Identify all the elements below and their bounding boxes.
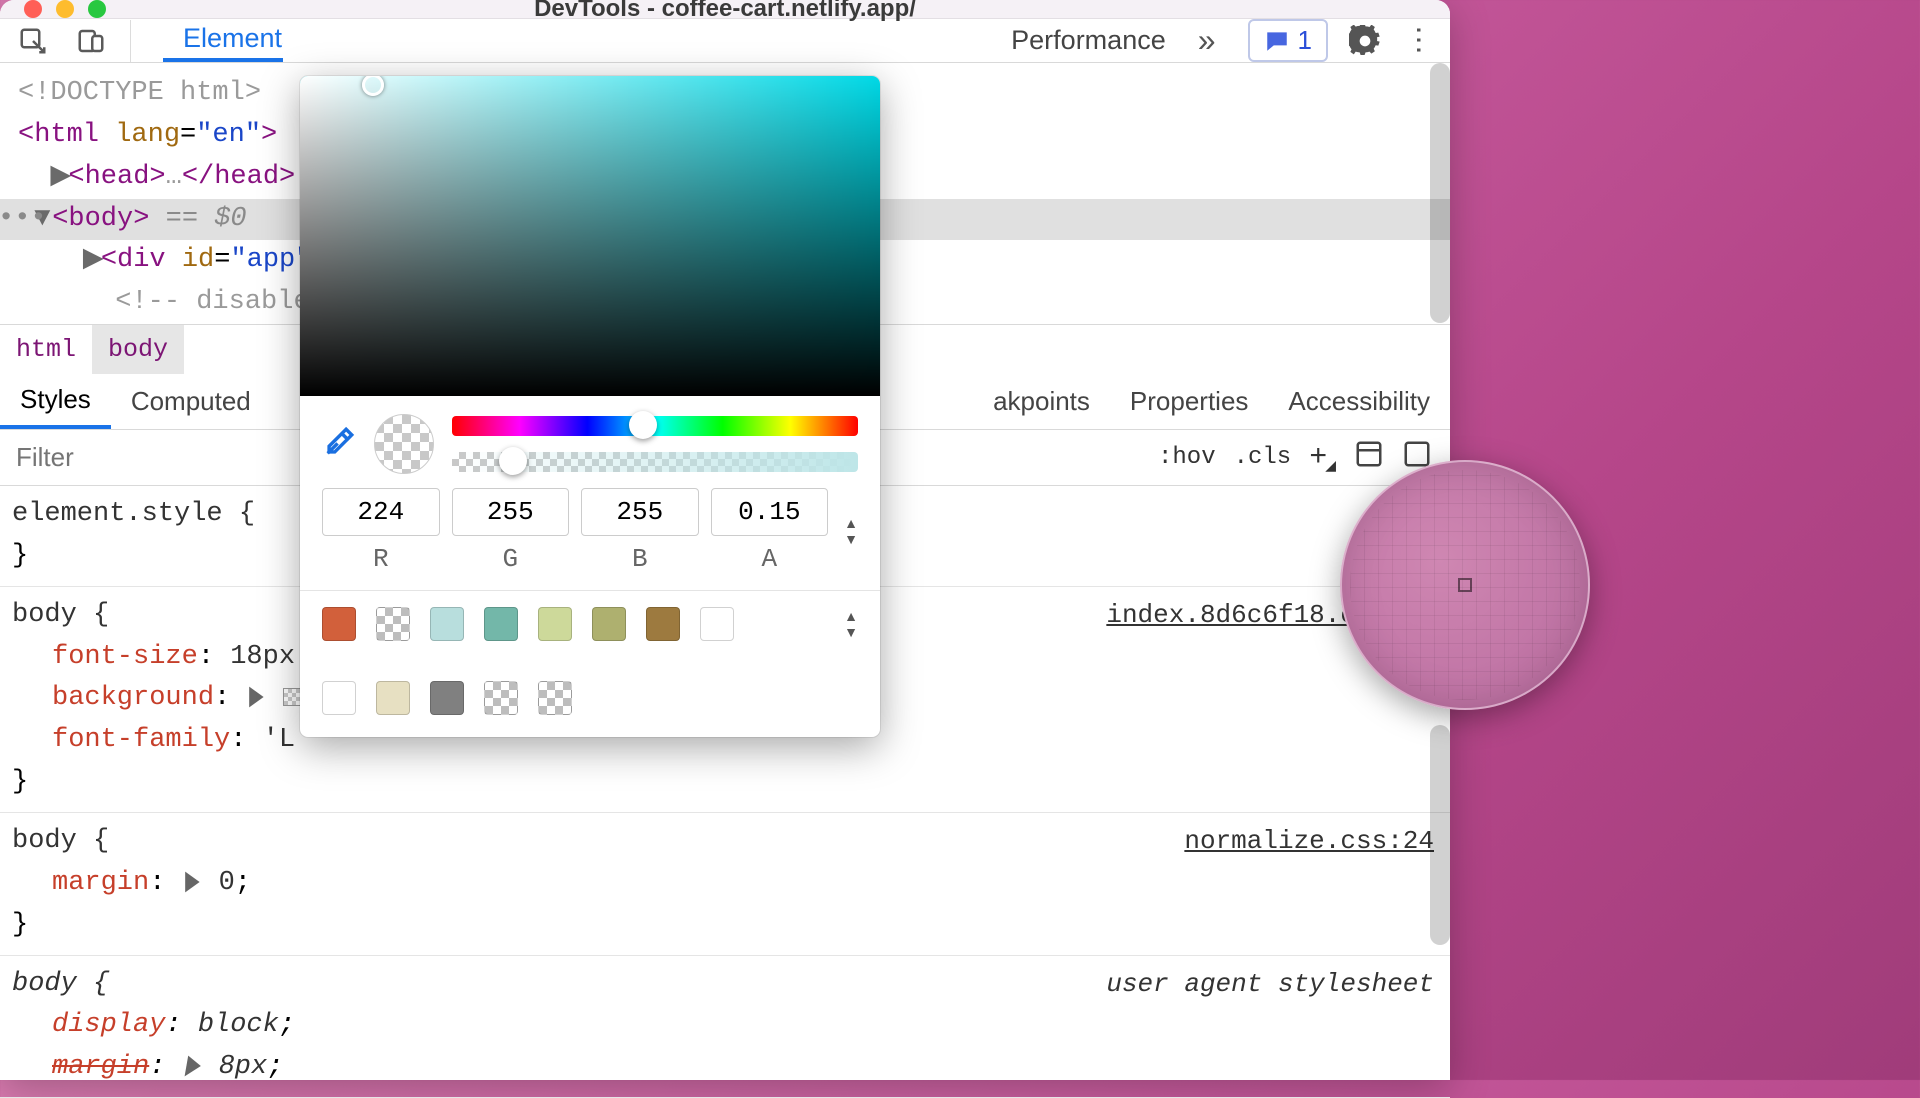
palette-swatch[interactable] bbox=[484, 681, 518, 715]
subtab-properties[interactable]: Properties bbox=[1110, 374, 1269, 429]
sv-handle[interactable] bbox=[362, 76, 384, 96]
rgba-inputs: R G B A ▲▼ bbox=[300, 488, 880, 584]
hover-state-button[interactable]: :hov bbox=[1158, 444, 1216, 471]
palette-swatch[interactable] bbox=[700, 607, 734, 641]
palette-swatch[interactable] bbox=[376, 607, 410, 641]
color-picker-popover: R G B A ▲▼ ▲▼ bbox=[300, 76, 880, 737]
tab-elements[interactable]: Elements bbox=[163, 19, 283, 62]
chat-icon bbox=[1264, 28, 1290, 54]
crumb-html[interactable]: html bbox=[0, 325, 92, 374]
a-input[interactable] bbox=[711, 488, 829, 536]
magnifier-center-pixel bbox=[1458, 578, 1472, 592]
subtab-breakpoints-partial[interactable]: akpoints bbox=[973, 374, 1110, 429]
rule-body-normalize[interactable]: normalize.css:24 body { margin: ▶ 0; } bbox=[0, 813, 1450, 956]
palette-swatch[interactable] bbox=[538, 607, 572, 641]
g-input[interactable] bbox=[452, 488, 570, 536]
more-tabs-chevron-icon[interactable]: » bbox=[1186, 22, 1228, 59]
computed-toggle-icon[interactable] bbox=[1354, 439, 1384, 477]
subtab-styles[interactable]: Styles bbox=[0, 374, 111, 429]
palette-swatch[interactable] bbox=[322, 607, 356, 641]
palette-swatch[interactable] bbox=[592, 607, 626, 641]
main-toolbar: Elements Performance » 1 ⋯ bbox=[0, 19, 1450, 63]
r-input[interactable] bbox=[322, 488, 440, 536]
settings-gear-icon[interactable] bbox=[1348, 24, 1382, 58]
alpha-slider[interactable] bbox=[452, 452, 858, 472]
eyedropper-magnifier[interactable] bbox=[1340, 460, 1590, 710]
palette-swatch[interactable] bbox=[376, 681, 410, 715]
minimize-window-button[interactable] bbox=[56, 0, 74, 18]
swatch-palette: ▲▼ bbox=[300, 597, 880, 737]
window-controls bbox=[0, 0, 106, 18]
main-tabs: Elements Performance » bbox=[163, 19, 1228, 62]
saturation-value-field[interactable] bbox=[300, 76, 880, 396]
palette-swatch[interactable] bbox=[484, 607, 518, 641]
rule-body-ua[interactable]: user agent stylesheet body { display: bl… bbox=[0, 956, 1450, 1098]
palette-swatch[interactable] bbox=[322, 681, 356, 715]
palette-swatch[interactable] bbox=[646, 607, 680, 641]
current-color-swatch bbox=[374, 414, 434, 474]
hue-handle[interactable] bbox=[629, 411, 657, 439]
tab-performance[interactable]: Performance bbox=[991, 19, 1186, 62]
crumb-body[interactable]: body bbox=[92, 325, 184, 374]
swatch-set-toggle[interactable]: ▲▼ bbox=[844, 608, 858, 640]
devtools-window: DevTools - coffee-cart.netlify.app/ Elem… bbox=[0, 0, 1450, 1080]
subtab-accessibility[interactable]: Accessibility bbox=[1268, 374, 1450, 429]
palette-swatch[interactable] bbox=[430, 607, 464, 641]
palette-swatch[interactable] bbox=[538, 681, 572, 715]
subtab-computed[interactable]: Computed bbox=[111, 374, 271, 429]
palette-swatch[interactable] bbox=[430, 681, 464, 715]
eyedropper-icon[interactable] bbox=[322, 425, 356, 464]
cls-button[interactable]: .cls bbox=[1234, 444, 1292, 471]
color-mode-toggle[interactable]: ▲▼ bbox=[840, 515, 858, 547]
hue-slider[interactable] bbox=[452, 416, 858, 436]
dom-scrollbar[interactable] bbox=[1430, 63, 1450, 323]
rule-source-link[interactable]: normalize.css:24 bbox=[1184, 821, 1434, 861]
close-window-button[interactable] bbox=[24, 0, 42, 18]
titlebar: DevTools - coffee-cart.netlify.app/ bbox=[0, 0, 1450, 19]
maximize-window-button[interactable] bbox=[88, 0, 106, 18]
color-swatch-icon[interactable] bbox=[283, 688, 301, 706]
b-input[interactable] bbox=[581, 488, 699, 536]
issues-badge[interactable]: 1 bbox=[1248, 19, 1328, 62]
device-toggle-icon[interactable] bbox=[72, 22, 110, 60]
kebab-menu-icon[interactable]: ⋯ bbox=[1402, 24, 1436, 58]
rule-source-ua: user agent stylesheet bbox=[1106, 964, 1434, 1004]
inspect-element-icon[interactable] bbox=[14, 22, 52, 60]
issues-count: 1 bbox=[1298, 25, 1312, 56]
styles-scrollbar[interactable] bbox=[1430, 725, 1450, 945]
alpha-handle[interactable] bbox=[499, 447, 527, 475]
new-rule-button[interactable]: +◢ bbox=[1309, 441, 1336, 475]
